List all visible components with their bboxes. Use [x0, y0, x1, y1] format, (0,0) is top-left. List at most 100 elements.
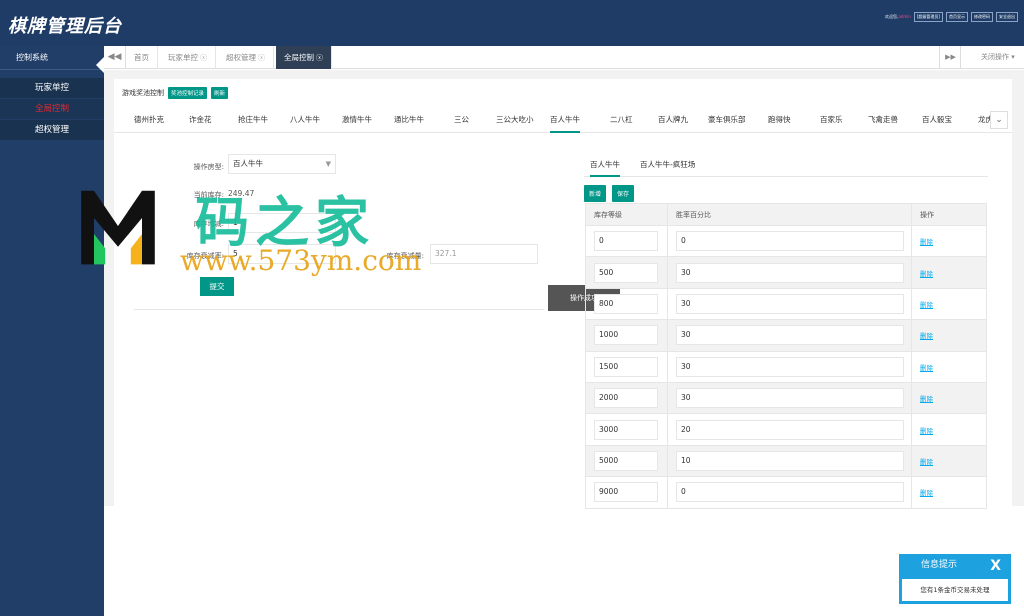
info-popup-message[interactable]: 您有1条金币交易未处理: [902, 579, 1008, 601]
home-display-link[interactable]: 首页显示: [946, 12, 968, 22]
game-tab[interactable]: 百人牌九: [658, 107, 688, 133]
game-tab[interactable]: 激情牛牛: [342, 107, 372, 133]
game-tab-active[interactable]: 百人牛牛: [550, 107, 580, 133]
add-button[interactable]: 新增: [584, 185, 607, 202]
col-win-rate: 胜率百分比: [667, 203, 912, 226]
game-tab[interactable]: 三公大吃小: [496, 107, 534, 133]
change-password-link[interactable]: 修改密码: [971, 12, 993, 22]
sub-tab-crazy[interactable]: 百人牛牛-疯狂场: [640, 155, 695, 177]
watermark-logo-icon: [81, 190, 155, 265]
decay-amount-input[interactable]: 327.1: [430, 244, 538, 264]
table-row: 2000 30 删除: [585, 381, 987, 415]
stock-rate-table: 库存等级 胜率百分比 操作 0 0 删除 500 30 删除 800 30 删除 1000 30 删除…: [585, 203, 987, 509]
top-links: 欢迎您,admin [超级管理员] 首页显示 修改密码 安全退出: [885, 12, 1018, 22]
delete-link[interactable]: 删除: [920, 427, 933, 435]
room-type-label: 操作房型:: [193, 163, 224, 171]
stock-level-input[interactable]: 9000: [594, 482, 658, 503]
chevron-down-icon: ▾: [1009, 53, 1015, 61]
username: admin: [898, 14, 911, 19]
game-tab[interactable]: 八人牛牛: [290, 107, 320, 133]
info-popup: 信息提示 X 您有1条金币交易未处理: [899, 554, 1011, 604]
game-tab[interactable]: 百家乐: [820, 107, 843, 133]
active-indicator: [96, 57, 104, 73]
stock-level-input[interactable]: 500: [594, 262, 658, 283]
stock-level-input[interactable]: 5000: [594, 450, 658, 471]
stock-level-input[interactable]: 1000: [594, 325, 658, 346]
scroll-left-icon[interactable]: ◀◀: [104, 46, 126, 69]
win-rate-input[interactable]: 30: [676, 388, 904, 409]
scroll-right-icon[interactable]: ▶▶: [939, 46, 961, 69]
game-tab[interactable]: 诈金花: [189, 107, 212, 133]
sidebar-item-player-control[interactable]: 玩家单控: [0, 78, 104, 99]
welcome-text: 欢迎您,admin: [885, 14, 911, 19]
game-tabs: 德州扑克 诈金花 抢庄牛牛 八人牛牛 激情牛牛 通比牛牛 三公 三公大吃小 百人…: [114, 107, 1012, 133]
win-rate-input[interactable]: 10: [676, 450, 904, 471]
delete-link[interactable]: 删除: [920, 458, 933, 466]
stock-level-input[interactable]: 800: [594, 293, 658, 314]
delete-link[interactable]: 删除: [920, 238, 933, 246]
watermark-url: www.573ym.com: [180, 244, 422, 277]
sidebar-item-global-control[interactable]: 全局控制: [0, 99, 104, 120]
col-operation: 操作: [911, 203, 987, 226]
chevron-down-icon[interactable]: ⌄: [990, 111, 1008, 129]
close-icon[interactable]: X: [990, 555, 1001, 577]
game-tab[interactable]: 德州扑克: [134, 107, 164, 133]
table-row: 5000 10 删除: [585, 444, 987, 478]
win-rate-input[interactable]: 30: [676, 325, 904, 346]
dropdown-arrow-icon: ▼: [325, 160, 331, 168]
top-header: 棋牌管理后台 欢迎您,admin [超级管理员] 首页显示 修改密码 安全退出: [0, 0, 1024, 46]
table-row: 9000 0 删除: [585, 476, 987, 509]
stock-level-input[interactable]: 0: [594, 231, 658, 252]
table-row: 800 30 删除: [585, 287, 987, 321]
close-icon[interactable]: ⓧ: [200, 54, 207, 62]
panel-title: 游戏奖池控制: [122, 89, 164, 97]
delete-link[interactable]: 删除: [920, 489, 933, 497]
tab-super-permission[interactable]: 超权管理 ⓧ: [218, 46, 274, 69]
game-tab[interactable]: 抢庄牛牛: [238, 107, 268, 133]
win-rate-input[interactable]: 30: [676, 293, 904, 314]
game-tab[interactable]: 百人骰宝: [922, 107, 952, 133]
game-tab[interactable]: 豪车俱乐部: [708, 107, 746, 133]
stock-level-input[interactable]: 2000: [594, 388, 658, 409]
delete-link[interactable]: 删除: [920, 395, 933, 403]
stock-level-input[interactable]: 3000: [594, 419, 658, 440]
submit-button[interactable]: 提交: [200, 277, 234, 296]
sub-tab-normal[interactable]: 百人牛牛: [590, 155, 620, 177]
win-rate-input[interactable]: 0: [676, 231, 904, 252]
table-row: 500 30 删除: [585, 256, 987, 289]
control-panel: 游戏奖池控制 奖池控制记录 刷新 德州扑克 诈金花 抢庄牛牛 八人牛牛 激情牛牛…: [114, 79, 1012, 509]
room-sub-tabs: 百人牛牛 百人牛牛-疯狂场: [584, 155, 988, 177]
sidebar: 控制系统 玩家单控 全局控制 超权管理: [0, 46, 104, 616]
win-rate-input[interactable]: 30: [676, 356, 904, 377]
win-rate-input[interactable]: 20: [676, 419, 904, 440]
delete-link[interactable]: 删除: [920, 364, 933, 372]
close-icon[interactable]: ⓧ: [258, 54, 265, 62]
tab-home[interactable]: 首页: [126, 46, 158, 69]
table-row: 1000 30 删除: [585, 319, 987, 352]
close-operations[interactable]: ▶▶ 关闭操作 ▾: [939, 46, 1024, 69]
stock-level-input[interactable]: 1500: [594, 356, 658, 377]
tab-player-control[interactable]: 玩家单控 ⓧ: [160, 46, 216, 69]
save-button[interactable]: 保存: [612, 185, 635, 202]
delete-link[interactable]: 删除: [920, 301, 933, 309]
game-tab[interactable]: 三公: [454, 107, 469, 133]
game-tab[interactable]: 飞禽走兽: [868, 107, 898, 133]
game-tab[interactable]: 跑得快: [768, 107, 791, 133]
refresh-button[interactable]: 刷新: [211, 87, 229, 99]
delete-link[interactable]: 删除: [920, 332, 933, 340]
win-rate-input[interactable]: 0: [676, 482, 904, 503]
game-tab[interactable]: 通比牛牛: [394, 107, 424, 133]
table-row: 0 0 删除: [585, 224, 987, 258]
pool-record-button[interactable]: 奖池控制记录: [168, 87, 208, 99]
win-rate-input[interactable]: 30: [676, 262, 904, 283]
sidebar-item-super-permission[interactable]: 超权管理: [0, 120, 104, 141]
main-content: 游戏奖池控制 奖池控制记录 刷新 德州扑克 诈金花 抢庄牛牛 八人牛牛 激情牛牛…: [104, 70, 1024, 616]
logout-link[interactable]: 安全退出: [996, 12, 1018, 22]
close-icon[interactable]: ⓧ: [316, 54, 323, 62]
delete-link[interactable]: 删除: [920, 270, 933, 278]
tab-global-control[interactable]: 全局控制 ⓧ: [276, 46, 332, 69]
table-row: 3000 20 删除: [585, 413, 987, 446]
game-tab[interactable]: 二八杠: [610, 107, 633, 133]
sidebar-title[interactable]: 控制系统: [0, 46, 104, 70]
room-type-select[interactable]: 百人牛牛 ▼: [228, 154, 336, 174]
